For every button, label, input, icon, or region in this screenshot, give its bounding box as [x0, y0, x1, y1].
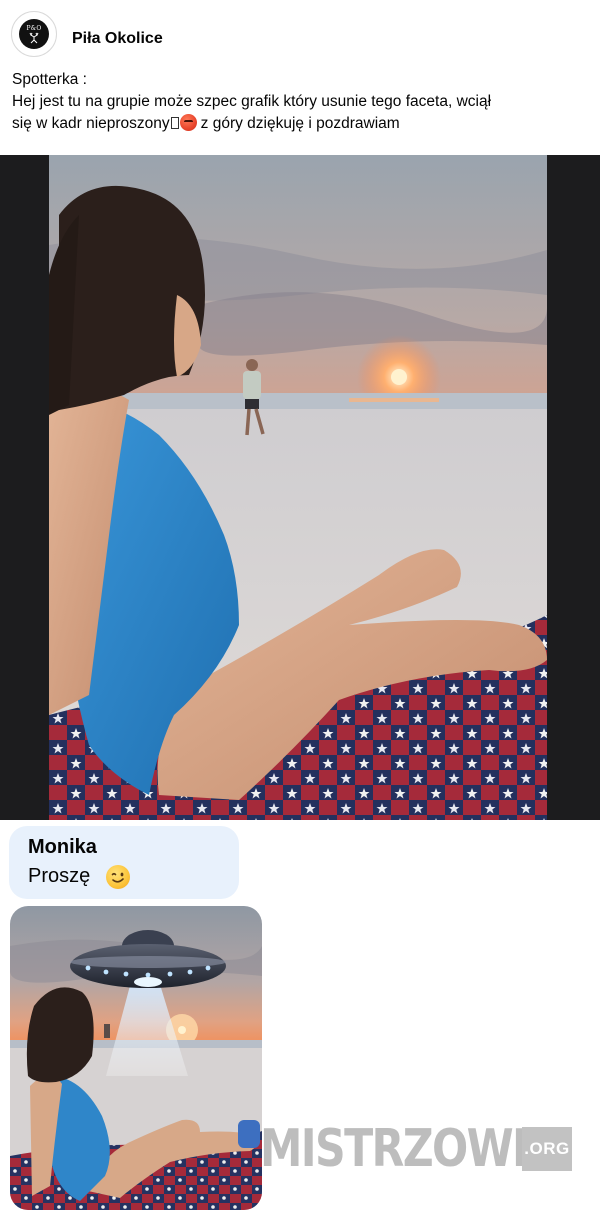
post-text-line: Hej jest tu na grupie może szpec grafik …	[12, 93, 492, 110]
post-text-line: Spotterka :	[12, 71, 87, 88]
post-text: Spotterka : Hej jest tu na grupie może s…	[12, 69, 582, 135]
group-name[interactable]: Piła Okolice	[72, 29, 163, 49]
deer-logo-icon: P&O	[19, 19, 49, 49]
reply-image[interactable]	[10, 906, 262, 1210]
post-text-fragment: się w kadr nieproszony	[12, 115, 170, 132]
comment-text: Proszę	[28, 865, 91, 887]
site-watermark: MISTRZOWIE .ORG	[260, 1120, 600, 1178]
missing-glyph-icon	[170, 117, 179, 129]
comment-bubble[interactable]: Monika Proszę	[9, 826, 239, 899]
angry-face-icon	[179, 114, 197, 131]
post-text-fragment: z góry dziękuję i pozdrawiam	[200, 115, 400, 132]
comment-author[interactable]: Monika	[28, 836, 97, 859]
winking-face-icon	[106, 865, 130, 889]
watermark-tld: .ORG	[522, 1127, 572, 1171]
post-header: P&O Piła Okolice	[0, 0, 600, 66]
avatar-monogram: P&O	[26, 24, 42, 32]
post-photo[interactable]	[49, 155, 547, 820]
group-avatar[interactable]: P&O	[11, 11, 57, 57]
watermark-word: MISTRZOWIE	[260, 1119, 555, 1179]
post-text-line: się w kadr nieproszony z góry dziękuję i …	[12, 113, 582, 135]
post-photo-frame	[0, 155, 600, 820]
